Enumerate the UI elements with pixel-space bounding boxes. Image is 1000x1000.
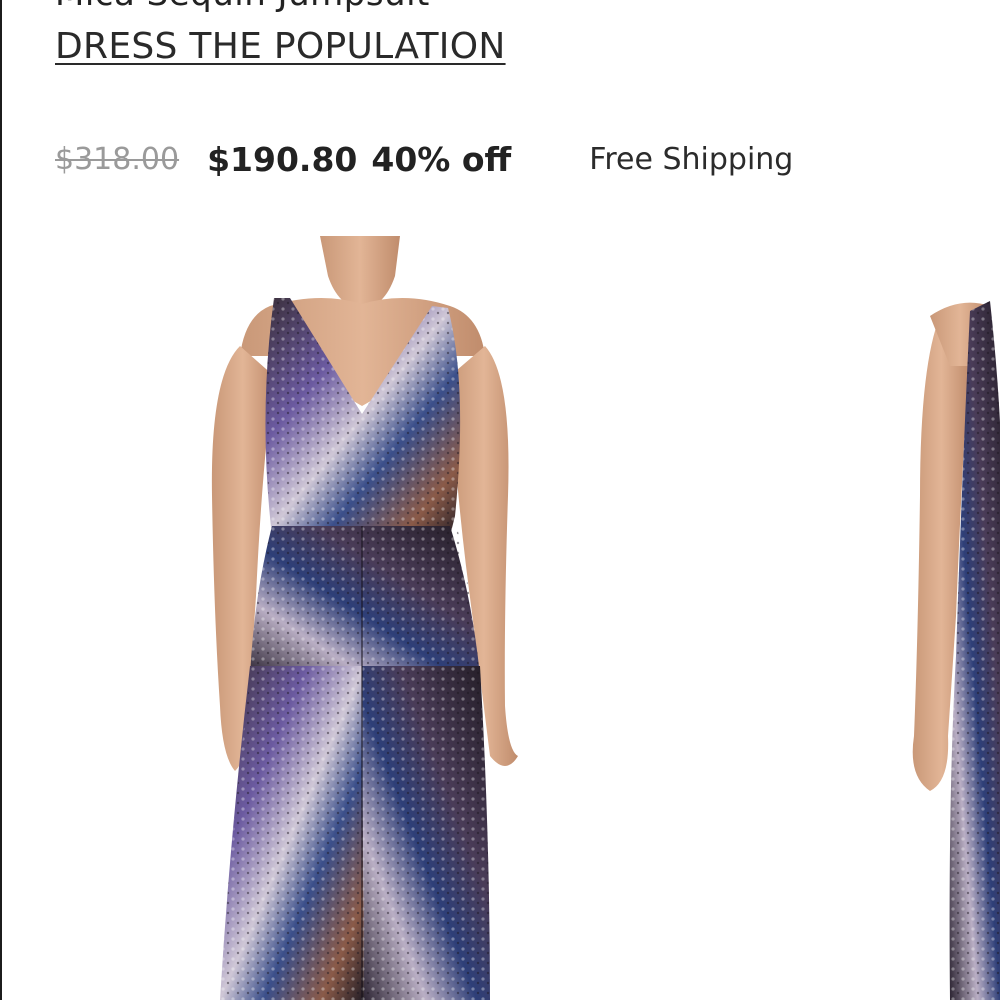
original-price: $318.00: [55, 141, 180, 177]
sale-price: $190.80: [207, 139, 358, 179]
product-image-next[interactable]: [890, 236, 1000, 1000]
image-carousel[interactable]: [0, 236, 1000, 1000]
brand-link[interactable]: DRESS THE POPULATION: [55, 26, 506, 67]
shipping-label: Free Shipping: [589, 141, 794, 177]
price-row: $318.00 $190.80 40% off Free Shipping: [55, 136, 793, 182]
product-image-main[interactable]: [150, 236, 570, 1000]
discount-label: 40% off: [371, 139, 512, 179]
product-title: Mica Sequin Jumpsuit: [55, 0, 430, 14]
product-page: Mica Sequin Jumpsuit DRESS THE POPULATIO…: [0, 0, 1000, 1000]
